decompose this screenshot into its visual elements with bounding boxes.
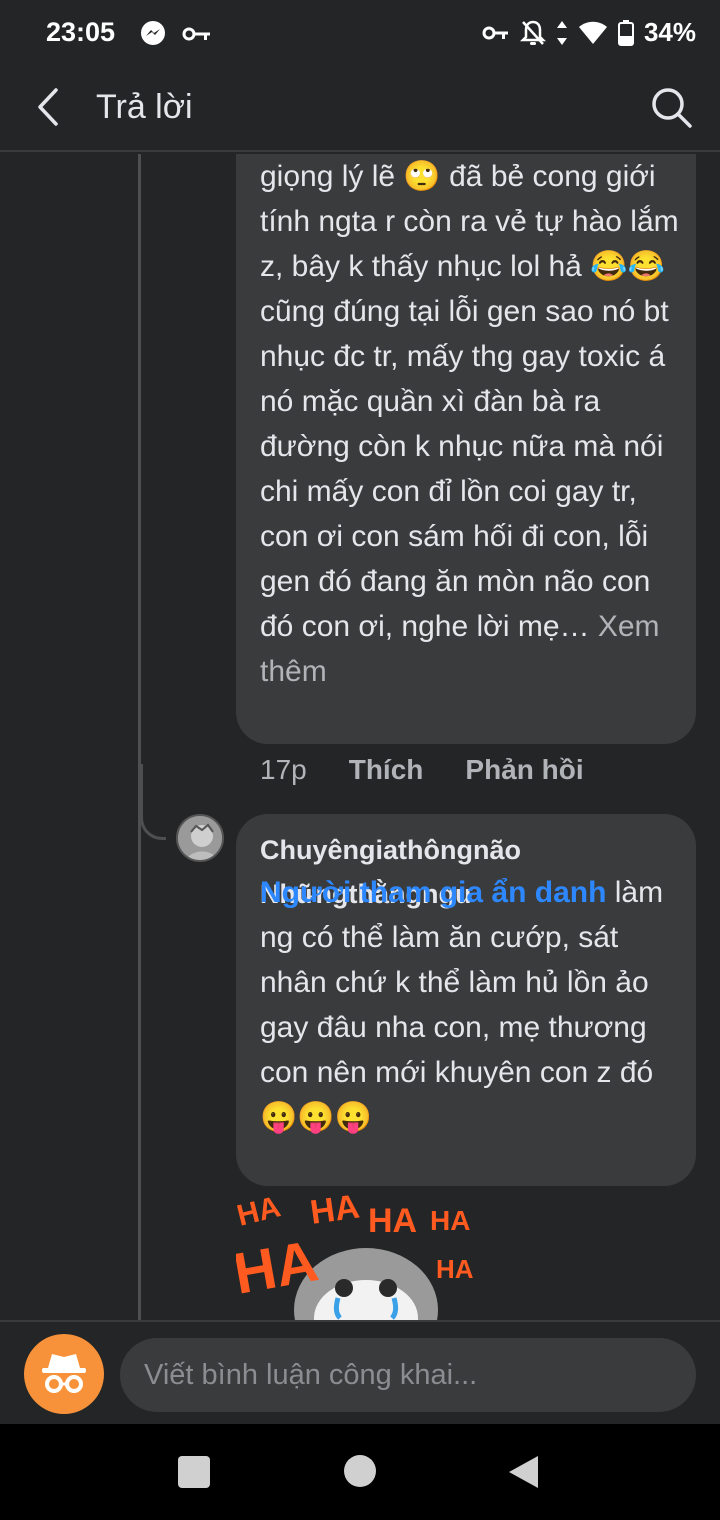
recent-apps-icon[interactable] <box>178 1456 210 1488</box>
vpn-key-icon <box>482 26 508 39</box>
laughing-cat-sticker[interactable]: HA HA HA HA HA HA <box>236 1190 486 1320</box>
comment-actions: 17p Thích Phản hồi <box>260 754 584 786</box>
home-icon[interactable] <box>344 1455 376 1487</box>
comment-text: giọng lý lẽ 🙄 đã bẻ cong giới tính ngta … <box>260 154 680 694</box>
incognito-icon <box>42 1354 86 1393</box>
wifi-icon <box>578 21 607 44</box>
app-bar: Trả lời <box>0 66 720 152</box>
battery-percent: 34% <box>643 17 696 47</box>
anonymous-toggle-button[interactable] <box>24 1334 104 1414</box>
key-icon <box>182 27 210 41</box>
reply-body: làm ng có thể làm ăn cướp, sát nhân chứ … <box>260 876 664 1134</box>
comment-body: giọng lý lẽ 🙄 đã bẻ cong giới tính ngta … <box>260 160 687 643</box>
system-nav-bar <box>0 1424 720 1520</box>
sticker-text: HA <box>308 1190 362 1232</box>
reply-button[interactable]: Phản hồi <box>465 754 583 786</box>
sticker-text: HA <box>236 1190 284 1233</box>
sticker-text: HA <box>368 1202 417 1240</box>
avatar[interactable] <box>176 814 224 862</box>
sticker-text: HA <box>430 1205 470 1236</box>
avatar-image <box>178 816 222 860</box>
comment-input[interactable] <box>120 1338 696 1412</box>
comment-bubble[interactable]: giọng lý lẽ 🙄 đã bẻ cong giới tính ngta … <box>236 154 696 744</box>
page-title: Trả lời <box>96 88 193 126</box>
comment-thread[interactable]: giọng lý lẽ 🙄 đã bẻ cong giới tính ngta … <box>0 154 720 1320</box>
search-icon[interactable] <box>648 84 694 130</box>
thread-line <box>138 154 141 1320</box>
reply-text: Người tham gia ẩn danh làm ng có thể làm… <box>260 870 680 1140</box>
sticker-text: HA <box>436 1254 474 1284</box>
status-bar: 23:05 34% <box>0 0 720 66</box>
data-arrows-icon <box>556 20 567 45</box>
battery-icon <box>617 19 634 46</box>
comment-time: 17p <box>260 754 307 785</box>
back-icon[interactable] <box>506 1454 540 1490</box>
like-button[interactable]: Thích <box>349 754 424 786</box>
thread-branch <box>140 764 166 840</box>
status-time: 23:05 <box>46 17 116 47</box>
bell-off-icon <box>519 20 546 45</box>
mention-link[interactable]: Người tham gia ẩn danh <box>260 876 606 909</box>
messenger-icon <box>141 21 165 45</box>
sticker-image: HA HA HA HA HA HA <box>236 1190 474 1320</box>
comment-composer <box>0 1320 720 1424</box>
back-arrow-icon[interactable] <box>26 84 72 130</box>
reply-bubble[interactable]: Chuyêngiathôngnão Nhữngthằngngu Người th… <box>236 814 696 1186</box>
status-right-icons: 34% <box>482 17 696 48</box>
